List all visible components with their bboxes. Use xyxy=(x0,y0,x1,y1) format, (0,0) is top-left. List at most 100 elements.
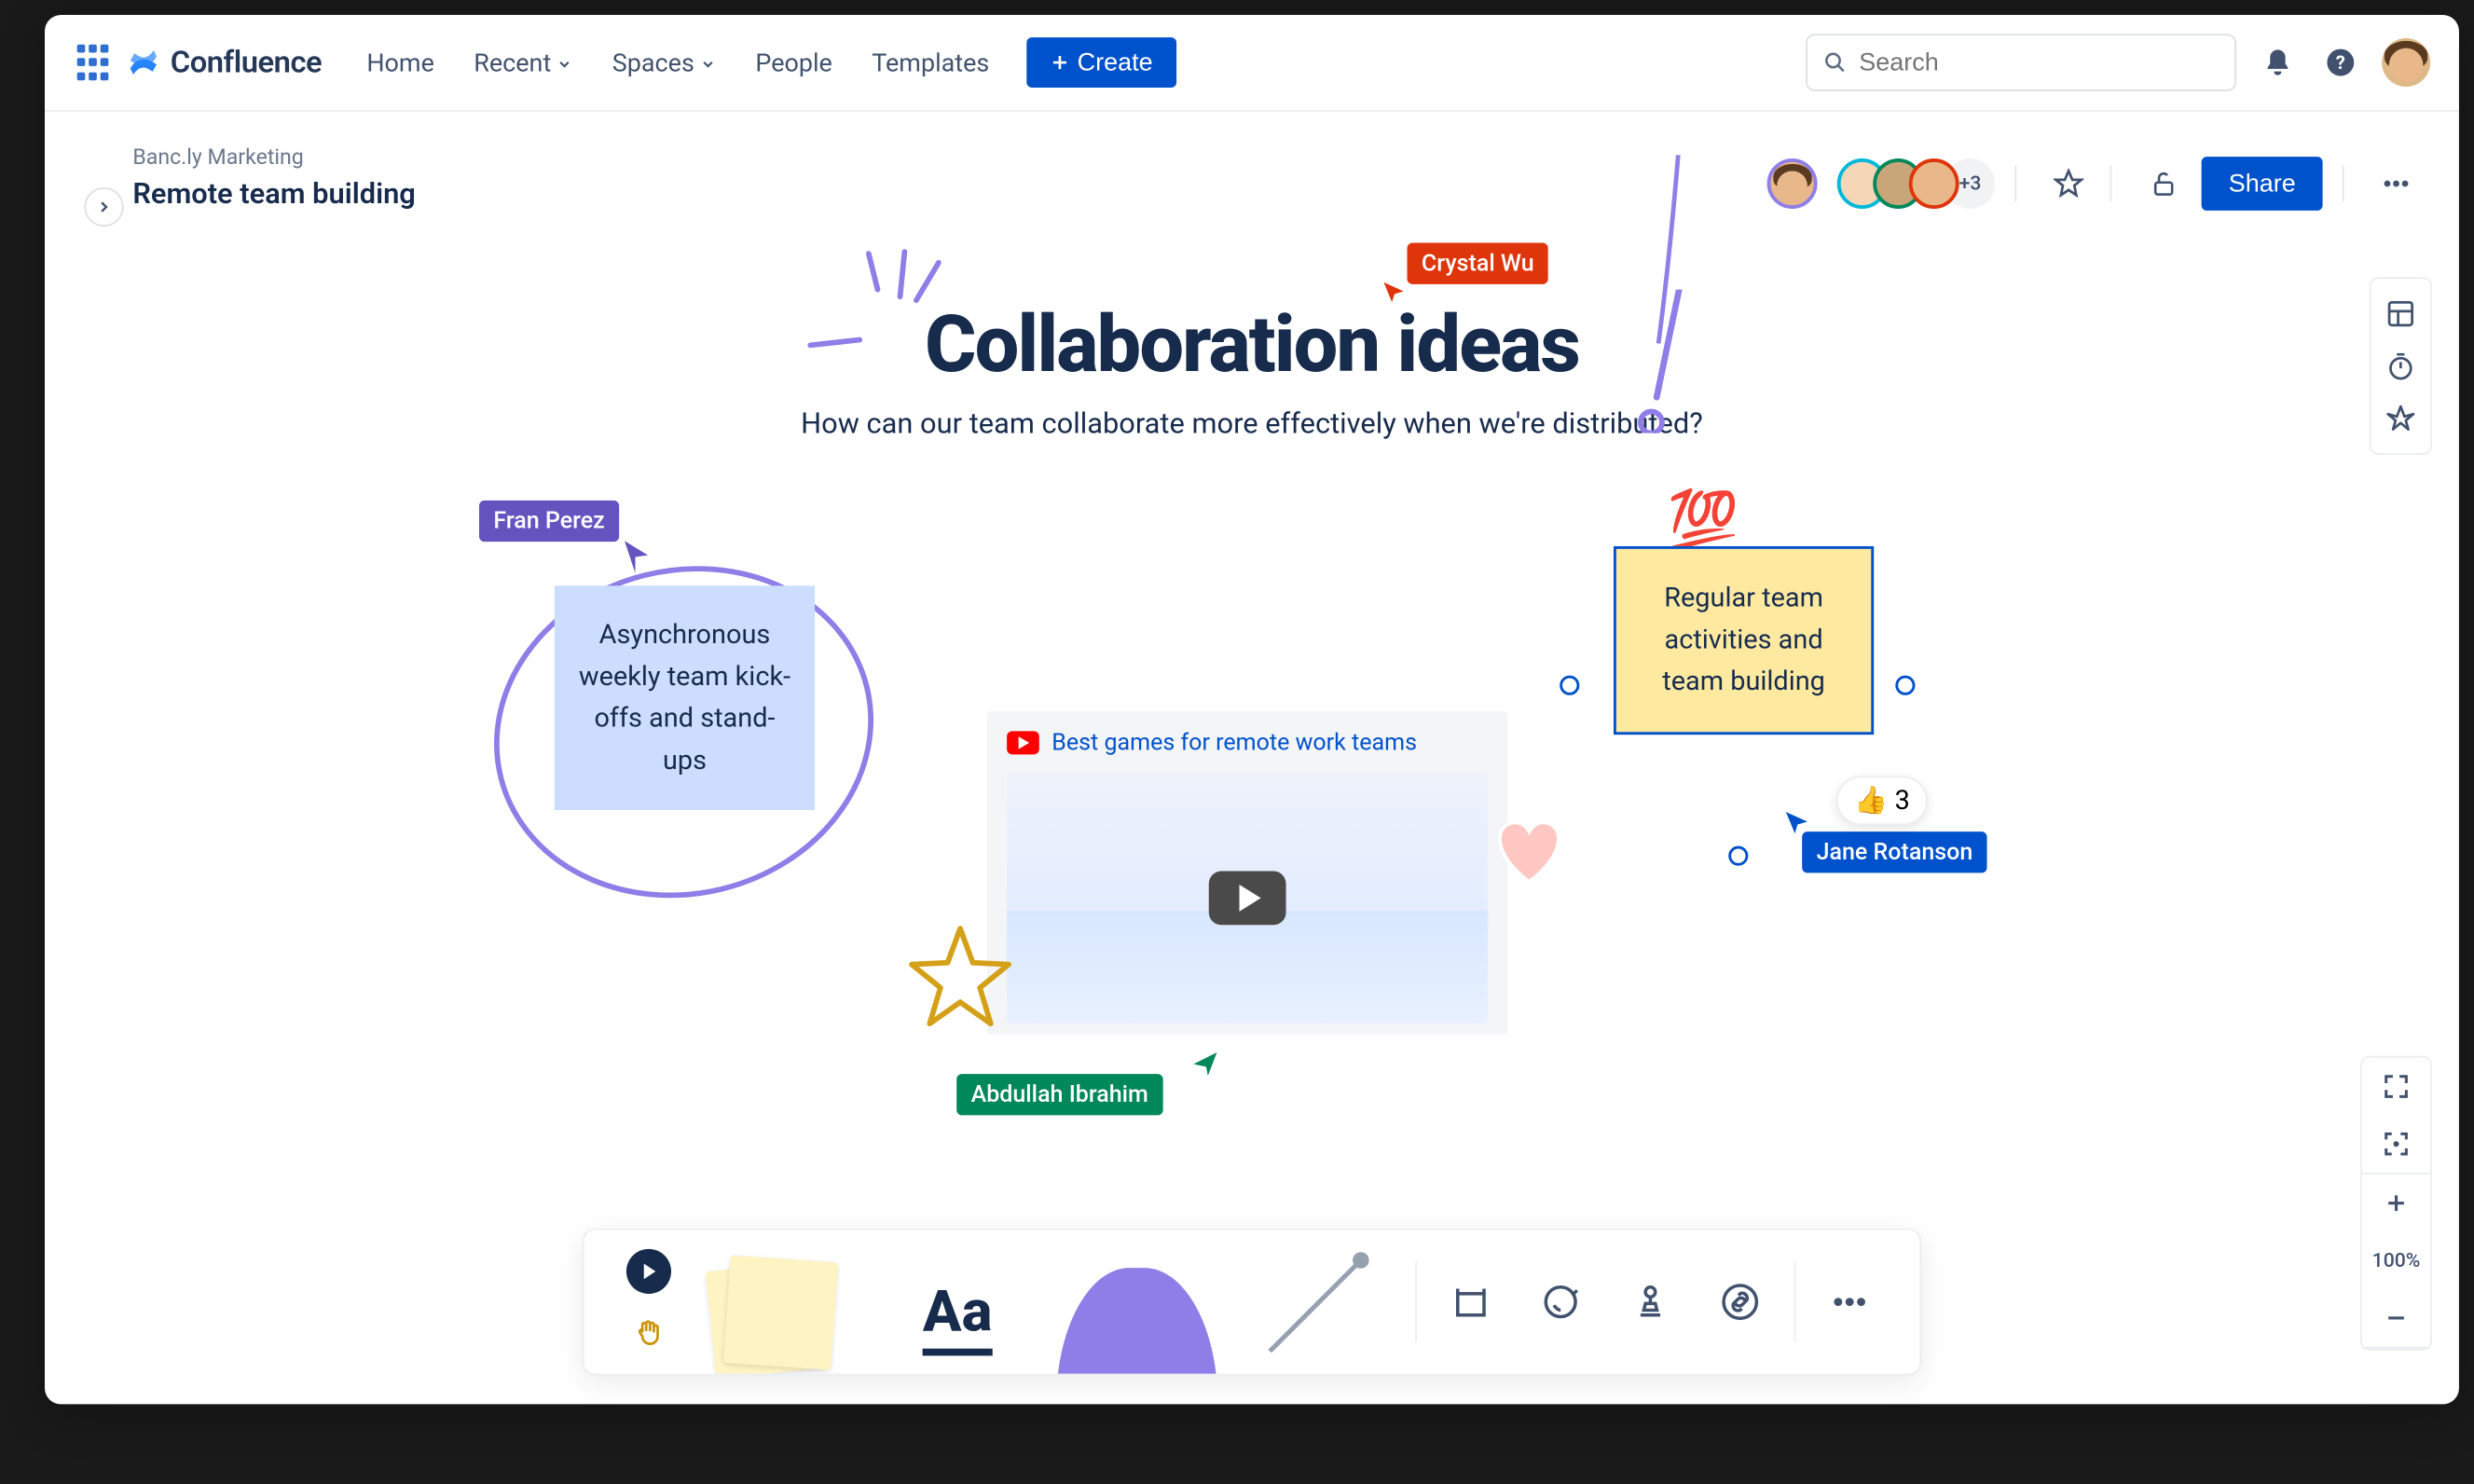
nav-home[interactable]: Home xyxy=(366,48,434,77)
notifications-button[interactable] xyxy=(2256,41,2299,84)
share-button[interactable]: Share xyxy=(2202,157,2323,211)
pointer-mode-button[interactable] xyxy=(626,1249,671,1294)
dash-icon xyxy=(805,335,868,352)
hand-icon xyxy=(634,1317,665,1348)
more-horizontal-icon xyxy=(2381,169,2412,199)
plus-icon xyxy=(2385,1191,2408,1215)
chevron-right-icon xyxy=(95,198,113,215)
zoom-controls: 100% xyxy=(2360,1056,2432,1351)
fit-screen-button[interactable] xyxy=(2362,1058,2430,1116)
sparkle-icon xyxy=(842,244,950,334)
page-actions: +3 Share xyxy=(1767,157,2418,211)
create-button[interactable]: Create xyxy=(1027,37,1176,88)
text-tool[interactable]: Aa xyxy=(868,1230,1048,1374)
expand-sidebar-button[interactable] xyxy=(84,187,123,227)
plus-icon xyxy=(1051,52,1070,72)
focus-icon xyxy=(2383,1131,2410,1158)
presence-list: +3 xyxy=(1767,158,1996,209)
product-logo[interactable]: Confluence xyxy=(128,45,323,81)
breadcrumb: Banc.ly Marketing Remote team building xyxy=(132,144,415,211)
video-thumbnail[interactable] xyxy=(1007,773,1488,1024)
app-window: Confluence Home Recent Spaces People Tem… xyxy=(45,15,2459,1404)
divider xyxy=(2015,166,2017,202)
unlock-icon xyxy=(2150,170,2178,199)
right-rail xyxy=(2370,277,2432,455)
line-tool[interactable] xyxy=(1227,1230,1407,1374)
whiteboard-canvas[interactable]: Collaboration ideas How can our team col… xyxy=(70,236,2434,1380)
video-title: Best games for remote work teams xyxy=(1007,729,1488,756)
bell-icon xyxy=(2262,48,2293,78)
link-tool[interactable] xyxy=(1696,1230,1785,1374)
profile-avatar[interactable] xyxy=(2382,38,2430,87)
divider xyxy=(2110,166,2112,202)
whiteboard-toolbar: Aa xyxy=(583,1229,1921,1376)
presence-avatar[interactable] xyxy=(1767,158,1818,209)
layout-button[interactable] xyxy=(2376,290,2425,338)
minus-icon xyxy=(2385,1306,2408,1329)
zoom-level[interactable]: 100% xyxy=(2362,1232,2430,1290)
zoom-in-button[interactable] xyxy=(2362,1175,2430,1232)
sparkle-compass-icon xyxy=(2385,403,2416,433)
star-icon xyxy=(2054,169,2084,199)
cursor-icon xyxy=(1190,1051,1221,1078)
video-embed[interactable]: Best games for remote work teams xyxy=(987,711,1507,1035)
frame-icon xyxy=(1451,1282,1491,1321)
selection-handle[interactable] xyxy=(1560,676,1579,695)
divider xyxy=(1415,1261,1417,1342)
space-link[interactable]: Banc.ly Marketing xyxy=(132,144,415,170)
app-switcher-icon[interactable] xyxy=(74,44,111,81)
chevron-down-icon xyxy=(557,56,572,72)
selection-handle[interactable] xyxy=(1895,676,1915,695)
emoji-reaction[interactable]: 👍 3 xyxy=(1836,776,1928,825)
stamp-icon xyxy=(1630,1282,1670,1321)
hand-mode-button[interactable] xyxy=(626,1310,671,1354)
shape-tool[interactable] xyxy=(1047,1230,1227,1374)
search-input[interactable] xyxy=(1859,48,2219,77)
help-icon: ? xyxy=(2325,47,2357,79)
frame-tool[interactable] xyxy=(1426,1230,1516,1374)
sticker-icon xyxy=(1541,1282,1580,1321)
chevron-down-icon xyxy=(700,56,716,72)
magic-button[interactable] xyxy=(2376,393,2425,442)
sticker-tool[interactable] xyxy=(1516,1230,1605,1374)
nav-recent[interactable]: Recent xyxy=(474,48,572,77)
restrictions-button[interactable] xyxy=(2142,162,2185,205)
presence-avatar[interactable] xyxy=(1909,158,1959,209)
timer-button[interactable] xyxy=(2376,341,2425,390)
play-cursor-icon xyxy=(637,1259,660,1283)
layout-icon xyxy=(2385,298,2416,329)
nav-templates[interactable]: Templates xyxy=(872,48,989,77)
cursor-icon xyxy=(1382,281,1406,304)
stamp-tool[interactable] xyxy=(1605,1230,1695,1374)
board-heading[interactable]: Collaboration ideas xyxy=(925,298,1579,391)
zoom-out-button[interactable] xyxy=(2362,1289,2430,1347)
confluence-icon xyxy=(128,47,160,79)
heart-icon xyxy=(1484,810,1574,891)
sticky-note-blue[interactable]: Asynchronous weekly team kick-offs and s… xyxy=(555,585,815,810)
sticky-note-yellow[interactable]: Regular team activities and team buildin… xyxy=(1614,546,1874,735)
divider xyxy=(2343,166,2344,202)
selection-handle[interactable] xyxy=(1728,846,1748,866)
expand-icon xyxy=(2383,1073,2410,1100)
product-name: Confluence xyxy=(171,45,322,81)
cursor-label-jane: Jane Rotanson xyxy=(1802,831,1987,873)
board-subheading[interactable]: How can our team collaborate more effect… xyxy=(801,406,1703,441)
cursor-label-abdullah: Abdullah Ibrahim xyxy=(956,1074,1162,1115)
play-icon[interactable] xyxy=(1209,872,1286,926)
nav-people[interactable]: People xyxy=(755,48,832,77)
stopwatch-icon xyxy=(2385,350,2416,381)
sticky-tool[interactable] xyxy=(688,1230,868,1374)
star-scribble-icon xyxy=(906,921,1014,1029)
nav-spaces[interactable]: Spaces xyxy=(612,48,716,77)
focus-button[interactable] xyxy=(2362,1115,2430,1173)
cursor-label-fran: Fran Perez xyxy=(479,501,619,542)
help-button[interactable]: ? xyxy=(2319,41,2362,84)
more-tools-button[interactable] xyxy=(1805,1230,1894,1374)
more-horizontal-icon xyxy=(1830,1282,1869,1321)
search-box[interactable] xyxy=(1806,34,2236,91)
star-button[interactable] xyxy=(2047,162,2090,205)
more-actions-button[interactable] xyxy=(2374,162,2417,205)
youtube-icon xyxy=(1007,731,1039,754)
hundred-emoji-icon: 💯 xyxy=(1668,487,1739,554)
search-icon xyxy=(1823,50,1847,76)
